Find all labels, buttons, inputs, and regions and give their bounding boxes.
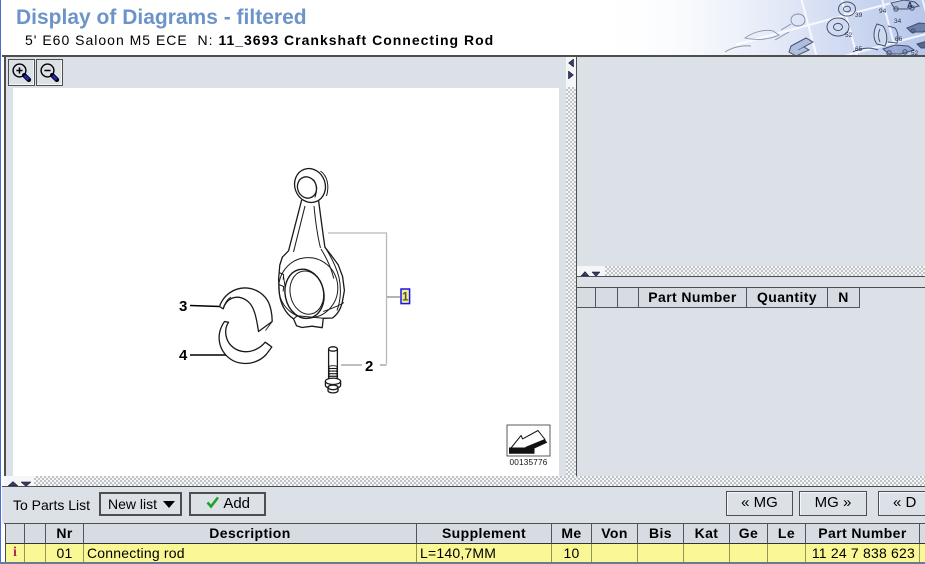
svg-text:94: 94 <box>879 8 887 15</box>
svg-text:3: 3 <box>179 298 187 315</box>
svg-text:65: 65 <box>855 46 863 53</box>
svg-text:52: 52 <box>845 32 853 39</box>
svg-text:39: 39 <box>855 12 863 19</box>
svg-text:66: 66 <box>895 36 903 43</box>
svg-text:34: 34 <box>894 18 902 25</box>
svg-text:00135776: 00135776 <box>509 458 547 467</box>
svg-text:1: 1 <box>402 292 409 304</box>
svg-text:4: 4 <box>179 347 188 364</box>
svg-text:A: A <box>907 1 913 10</box>
svg-text:2: 2 <box>365 358 373 375</box>
